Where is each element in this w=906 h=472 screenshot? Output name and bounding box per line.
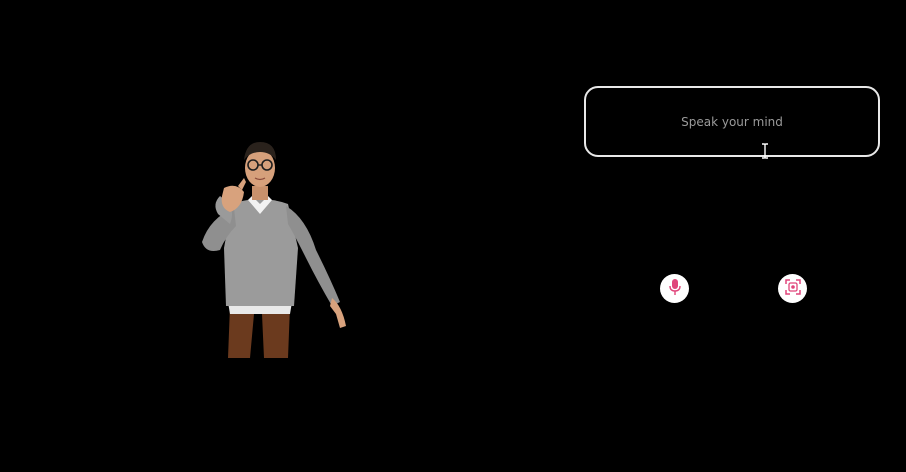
microphone-button[interactable] xyxy=(660,274,689,303)
text-cursor-icon xyxy=(760,143,770,159)
camera-frame-icon xyxy=(784,278,801,299)
speak-input-container xyxy=(584,86,880,157)
app-stage xyxy=(0,0,906,472)
camera-capture-button[interactable] xyxy=(778,274,807,303)
avatar-character xyxy=(190,138,360,362)
microphone-icon xyxy=(668,278,682,300)
speak-input[interactable] xyxy=(586,105,878,138)
